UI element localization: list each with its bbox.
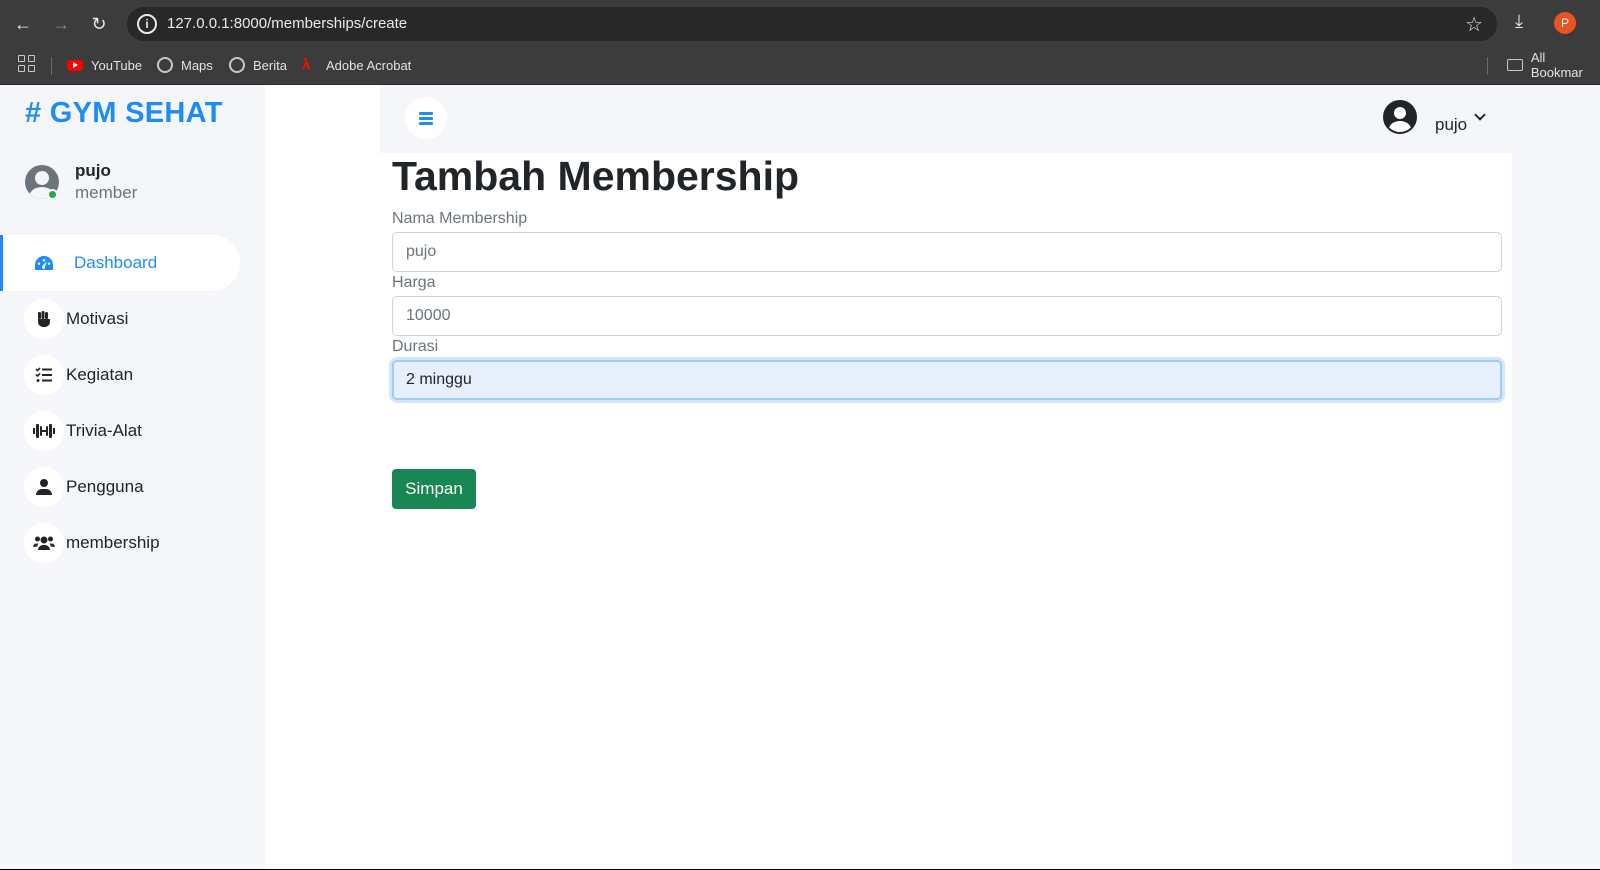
bookmark-maps[interactable]: Maps [157, 55, 213, 75]
globe-icon [157, 57, 173, 73]
durasi-input[interactable] [392, 360, 1502, 400]
user-role: member [75, 183, 138, 202]
menu-toggle-button[interactable] [405, 97, 447, 139]
nama-membership-input[interactable] [392, 232, 1502, 272]
bookmark-berita[interactable]: Berita [229, 55, 287, 75]
apps-grid-icon[interactable] [18, 55, 36, 73]
site-info-icon[interactable]: i [137, 14, 157, 34]
bookmark-adobe-acrobat[interactable]: λ Adobe Acrobat [302, 55, 411, 75]
durasi-label: Durasi [392, 338, 439, 355]
sidebar-menu: Dashboard Motivasi Kegiatan Trivia-Alat [0, 235, 265, 571]
bookmark-label: Maps [181, 57, 213, 73]
bookmark-label: Berita [253, 57, 287, 73]
all-bookmarks[interactable]: All Bookmar [1507, 50, 1600, 80]
forward-icon[interactable]: → [49, 12, 73, 36]
globe-icon [229, 57, 245, 73]
nama-membership-label: Nama Membership [392, 210, 528, 227]
bookmarks-bar: YouTube Maps Berita λ Adobe Acrobat All … [0, 47, 1600, 85]
save-button[interactable]: Simpan [392, 469, 476, 509]
users-icon [24, 523, 64, 563]
account-avatar[interactable] [1383, 100, 1417, 134]
top-navbar: pujo [380, 85, 1512, 153]
folder-icon [1507, 59, 1523, 71]
app-page: # GYM SEHAT pujo member Dashboard Motiva… [0, 85, 1600, 870]
chevron-down-icon[interactable] [1474, 109, 1486, 121]
sidebar-item-label: membership [66, 533, 160, 552]
all-bookmarks-label: All Bookmar [1530, 50, 1583, 80]
harga-label: Harga [392, 274, 436, 291]
sidebar: # GYM SEHAT pujo member Dashboard Motiva… [0, 85, 265, 870]
sidebar-item-label: Dashboard [74, 253, 158, 272]
brand-logo[interactable]: # GYM SEHAT [25, 97, 223, 130]
dumbbell-icon [24, 411, 64, 451]
dashboard-icon [24, 243, 64, 283]
bookmarks-divider [1487, 57, 1488, 75]
sidebar-item-kegiatan[interactable]: Kegiatan [0, 347, 265, 403]
user-icon [24, 467, 64, 507]
bookmarks-divider [51, 57, 52, 75]
back-icon[interactable]: ← [11, 12, 35, 36]
bookmark-label: Adobe Acrobat [326, 57, 412, 73]
profile-avatar[interactable]: P [1554, 12, 1576, 34]
browser-toolbar: ← → ↻ i 127.0.0.1:8000/memberships/creat… [0, 0, 1600, 47]
youtube-icon [67, 59, 83, 71]
sidebar-item-motivasi[interactable]: Motivasi [0, 291, 265, 347]
harga-input[interactable] [392, 296, 1502, 336]
sidebar-item-dashboard[interactable]: Dashboard [0, 235, 240, 291]
right-gutter [1512, 85, 1600, 870]
sidebar-item-label: Motivasi [66, 309, 129, 328]
online-status-dot [47, 189, 58, 200]
download-icon[interactable]: ⤓ [1515, 11, 1523, 32]
bookmark-youtube[interactable]: YouTube [67, 55, 142, 75]
page-title: Tambah Membership [392, 153, 800, 199]
account-menu-name[interactable]: pujo [1435, 115, 1467, 135]
url-text[interactable]: 127.0.0.1:8000/memberships/create [167, 15, 407, 32]
user-name: pujo [75, 161, 111, 180]
reload-icon[interactable]: ↻ [87, 12, 111, 36]
sidebar-item-trivia-alat[interactable]: Trivia-Alat [0, 403, 265, 459]
fist-icon [24, 299, 64, 339]
acrobat-icon: λ [302, 56, 311, 73]
sidebar-item-label: Kegiatan [66, 365, 134, 384]
bookmark-star-icon[interactable]: ☆ [1465, 12, 1483, 37]
sidebar-item-membership[interactable]: membership [0, 515, 265, 571]
address-bar[interactable]: i 127.0.0.1:8000/memberships/create ☆ [127, 7, 1497, 41]
list-icon [24, 355, 64, 395]
sidebar-item-pengguna[interactable]: Pengguna [0, 459, 265, 515]
sidebar-item-label: Trivia-Alat [66, 421, 142, 440]
bookmark-label: YouTube [91, 57, 143, 73]
sidebar-item-label: Pengguna [66, 477, 144, 496]
